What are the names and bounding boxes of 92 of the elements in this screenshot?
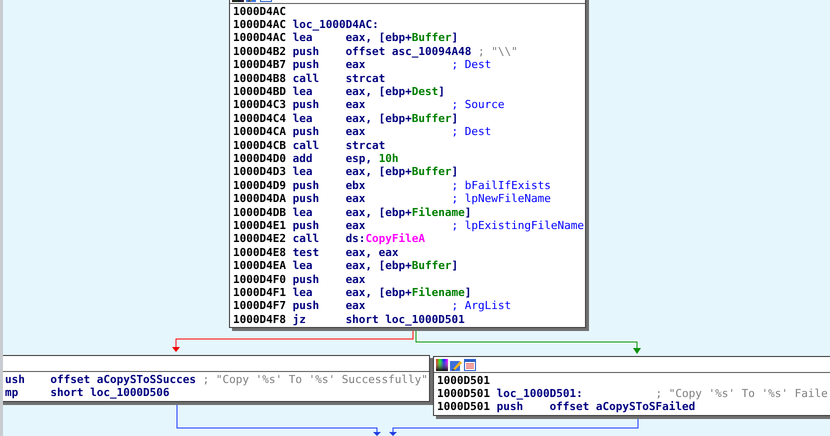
operand: ds:CopyFileA xyxy=(346,232,426,246)
comment: ; "\\" xyxy=(478,44,518,59)
address: 1000D501 xyxy=(437,374,491,388)
comment: ; Dest xyxy=(452,58,492,72)
mnemonic: call xyxy=(292,72,320,86)
address: 1000D4DB xyxy=(233,206,287,220)
address: 1000D4F7 xyxy=(233,299,287,314)
address: 1000D4DA xyxy=(233,192,287,206)
mnemonic: lea xyxy=(292,85,314,100)
mnemonic: push xyxy=(292,299,320,314)
operand: strcat xyxy=(346,138,386,153)
operand: short loc_1000D506 xyxy=(50,386,170,400)
mnemonic: lea xyxy=(292,165,314,180)
operand: eax, [ebp+Buffer] xyxy=(346,165,458,180)
operand: eax xyxy=(346,98,366,112)
operand: eax xyxy=(346,218,366,233)
address: 1000D4D9 xyxy=(233,178,287,193)
mnemonic: lea xyxy=(292,286,314,300)
operand: offset aCopySToSSucces xyxy=(50,372,196,387)
mnemonic: lea xyxy=(292,206,314,220)
address: 1000D4B2 xyxy=(233,44,287,59)
address: 1000D4AC xyxy=(233,31,287,46)
address: 1000D4E8 xyxy=(233,246,287,260)
operand: offset asc_10094A48 xyxy=(346,44,472,59)
mnemonic: push xyxy=(292,272,320,287)
operand: offset aCopySToSFailed xyxy=(550,400,696,414)
address: 1000D4D3 xyxy=(233,165,287,180)
operand: eax, [ebp+Filename] xyxy=(346,206,472,220)
comment: ; Source xyxy=(452,98,504,112)
address: 1000D4AC xyxy=(233,4,287,19)
address: 1000D4F0 xyxy=(233,272,287,287)
operand: eax, eax xyxy=(346,246,399,260)
code-label: loc_1000D4AC: xyxy=(292,18,379,32)
mnemonic: push xyxy=(496,400,524,414)
address: 1000D4CA xyxy=(233,125,287,140)
operand: eax, [ebp+Filename] xyxy=(346,286,472,300)
operand: eax xyxy=(346,58,366,72)
address: 1000D4B8 xyxy=(233,72,287,86)
table-icon[interactable] xyxy=(464,358,476,370)
comment: ; lpExistingFileName xyxy=(452,218,584,233)
color-palette-icon[interactable] xyxy=(436,358,448,370)
mnemonic: jz xyxy=(292,312,307,327)
address: 1000D501 xyxy=(437,400,491,414)
comment: ; lpNewFileName xyxy=(452,192,551,206)
mnemonic: test xyxy=(292,246,320,260)
address: 1000D501 xyxy=(437,387,491,402)
mnemonic: push xyxy=(292,58,320,72)
operand: ebx xyxy=(346,178,366,193)
address: 1000D4CB xyxy=(233,138,287,153)
mnemonic: add xyxy=(292,152,314,166)
operand: eax xyxy=(346,125,366,140)
comment: ; bFailIfExists xyxy=(452,178,551,193)
address: 1000D4F1 xyxy=(233,286,287,300)
mnemonic: lea xyxy=(292,112,314,126)
operand: strcat xyxy=(346,72,386,86)
comment: ; ArgList xyxy=(452,299,512,314)
comment: ; "Copy '%s' To '%s' Faile xyxy=(656,387,828,401)
mnemonic: push xyxy=(292,98,320,112)
mnemonic: lea xyxy=(292,31,314,46)
operand: eax xyxy=(346,272,366,287)
mnemonic: ush xyxy=(4,372,26,387)
address: 1000D4F8 xyxy=(233,312,287,327)
operand: eax xyxy=(346,192,366,206)
address: 1000D4D0 xyxy=(233,152,287,166)
mnemonic: lea xyxy=(292,259,314,274)
operand: eax, [ebp+Buffer] xyxy=(346,31,458,46)
operand: eax, [ebp+Buffer] xyxy=(346,112,458,126)
mnemonic: call xyxy=(292,232,320,246)
code-label: loc_1000D501: xyxy=(496,387,584,402)
operand: esp, 10h xyxy=(346,152,399,166)
mnemonic: push xyxy=(292,125,320,140)
mnemonic: push xyxy=(292,44,320,59)
address: 1000D4BD xyxy=(233,85,287,100)
comment: ; Dest xyxy=(452,125,492,140)
pencil-icon[interactable] xyxy=(450,358,462,370)
address: 1000D4E2 xyxy=(233,232,287,246)
address: 1000D4EA xyxy=(233,259,287,274)
operand: eax, [ebp+Buffer] xyxy=(346,259,458,274)
mnemonic: push xyxy=(292,192,320,206)
address: 1000D4C4 xyxy=(233,112,287,126)
address: 1000D4AC xyxy=(233,18,287,32)
operand: short loc_1000D501 xyxy=(346,312,465,327)
comment: ; "Copy '%s' To '%s' Successfully" xyxy=(202,372,428,387)
mnemonic: push xyxy=(292,178,320,193)
address: 1000D4B7 xyxy=(233,58,287,72)
operand: eax xyxy=(346,299,366,314)
address: 1000D4C3 xyxy=(233,98,287,112)
mnemonic: call xyxy=(292,138,320,153)
mnemonic: mp xyxy=(4,386,20,400)
mnemonic: push xyxy=(292,218,320,233)
address: 1000D4E1 xyxy=(233,218,287,233)
operand: eax, [ebp+Dest] xyxy=(346,85,445,100)
